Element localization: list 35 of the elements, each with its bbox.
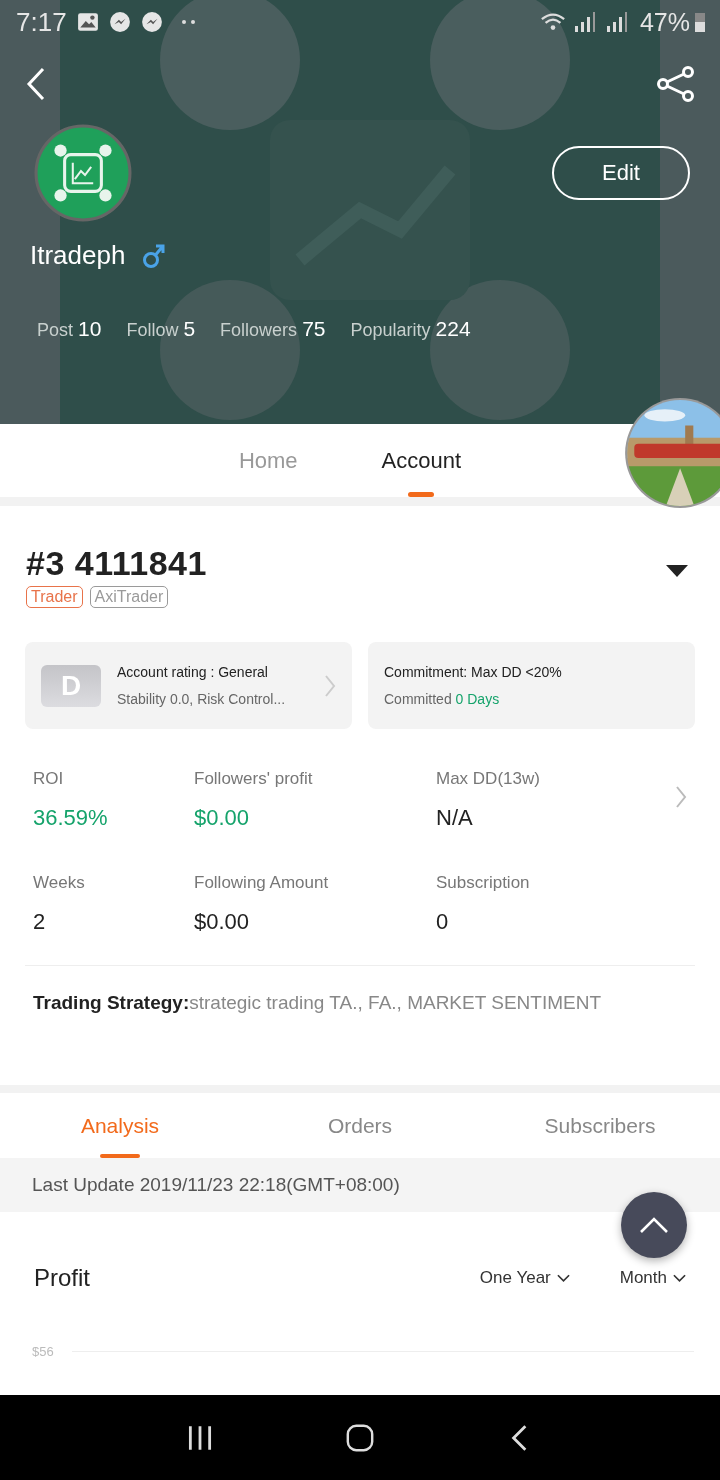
rating-summary: Stability 0.0, Risk Control...	[117, 691, 287, 707]
period-dropdown[interactable]: One Year	[479, 1268, 570, 1288]
metric-value: $0.00	[194, 909, 250, 935]
account-number: #3 4111841	[26, 544, 207, 583]
metric-label: Subscription	[436, 873, 530, 893]
metric-label: Following Amount	[194, 873, 329, 893]
tab[interactable]: Account	[369, 424, 474, 497]
metric-value: 2	[33, 909, 46, 935]
metric-label: Followers' profit	[194, 769, 313, 789]
chart-title: Profit	[34, 1264, 90, 1292]
commitment-title: Commitment: Max DD <20%	[384, 664, 563, 680]
account-tag: Trader	[26, 586, 83, 608]
metric-value: 0	[436, 909, 449, 935]
arrow-up-icon	[639, 1216, 669, 1234]
tab[interactable]: Subscribers	[480, 1093, 720, 1158]
dropdown-icon[interactable]	[665, 564, 689, 578]
metric-label: Weeks	[33, 873, 85, 893]
account-tag: AxiTrader	[89, 586, 169, 608]
metric-label: Max DD(13w)	[436, 769, 540, 789]
metric-label: ROI	[33, 769, 64, 789]
last-update: Last Update 2019/11/23 22:18(GMT+08:00)	[32, 1174, 400, 1196]
commitment-status: Committed 0 Days	[384, 691, 501, 707]
chevron-right-icon	[324, 673, 336, 698]
trading-strategy: Trading Strategy:strategic trading TA., FA., MARKET SENTIMENT	[32, 991, 603, 1014]
tab[interactable]: Orders	[240, 1093, 480, 1158]
metric-value: N/A	[436, 805, 473, 831]
axis-label: $56	[32, 1344, 54, 1359]
scroll-top-button[interactable]	[621, 1192, 687, 1258]
home-icon[interactable]	[345, 1422, 375, 1453]
rating-title: Account rating : General	[117, 664, 269, 680]
chevron-down-icon	[556, 1273, 570, 1283]
metric-value: $0.00	[194, 805, 250, 831]
metric-value: 36.59%	[33, 805, 108, 831]
chevron-down-icon	[673, 1273, 686, 1283]
period-dropdown[interactable]: Month	[619, 1268, 686, 1288]
